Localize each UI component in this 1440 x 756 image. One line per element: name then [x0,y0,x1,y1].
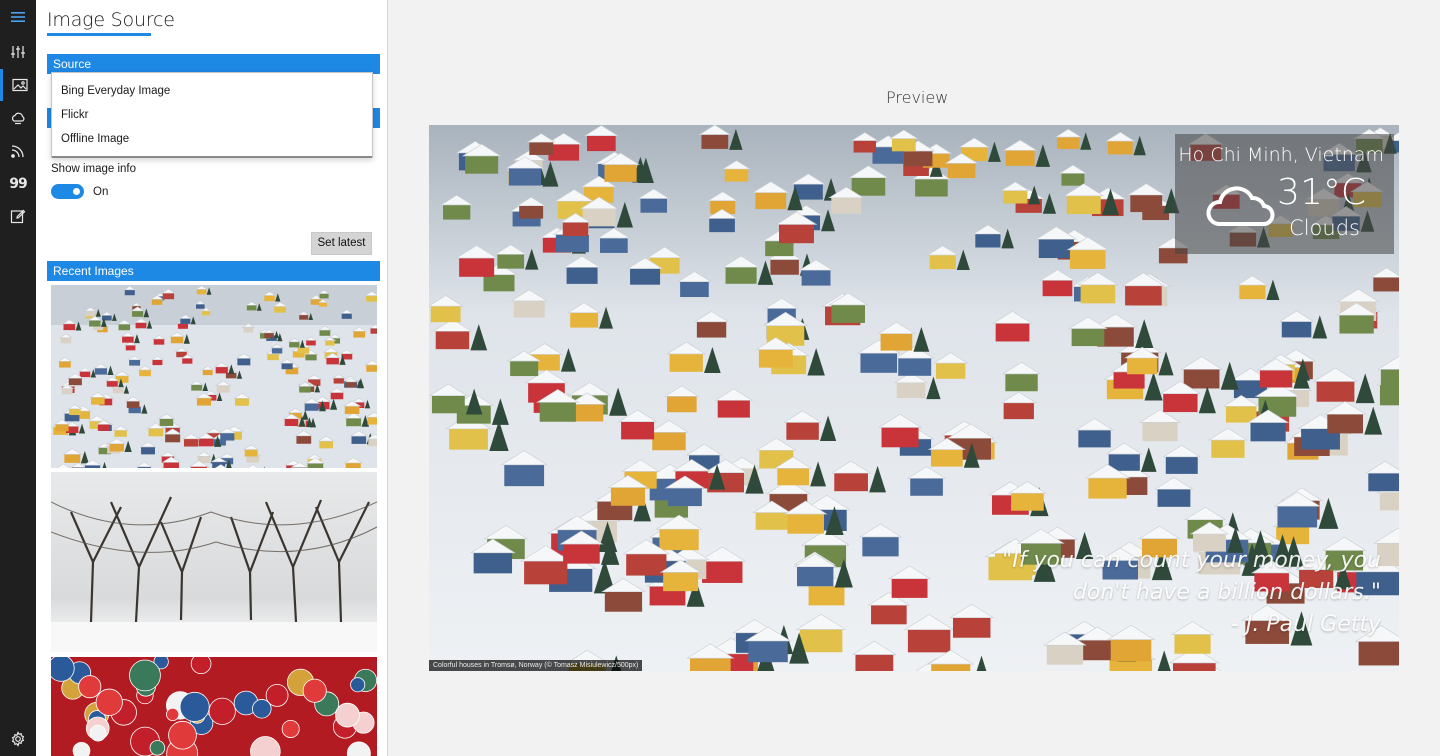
toggle-state-label: On [93,186,109,198]
title-underline [47,33,151,36]
quote-author: - J. Paul Getty [1230,612,1381,637]
weather-location: Ho Chi Minh, Vietnam [1178,144,1384,166]
image-source-pane: Image Source Source Bing Everyday Image … [36,0,388,756]
source-section-header: Source [47,54,380,74]
preview-image: Ho Chi Minh, Vietnam 31°C Clouds "If you… [429,125,1399,671]
recent-images-header: Recent Images [47,261,380,281]
quote-icon[interactable]: 99 [0,168,36,200]
equalizer-sliders-icon[interactable] [0,36,36,68]
toggle-knob [73,188,80,195]
weather-temperature: 31°C [1277,172,1366,213]
quote-block: "If you can count your money, you don't … [941,545,1381,641]
source-option-bing[interactable]: Bing Everyday Image [52,79,372,103]
image-caption: Colorful houses in Tromsø, Norway (© Tom… [429,660,643,671]
source-option-offline[interactable]: Offline Image [52,127,372,151]
weather-icon[interactable] [0,102,36,134]
edit-note-icon[interactable] [0,200,36,232]
navigation-rail: 99 [0,0,36,756]
snowy-trees-thumbnail[interactable] [51,472,377,652]
weather-panel: Ho Chi Minh, Vietnam 31°C Clouds [1175,134,1394,254]
source-dropdown-list[interactable]: Bing Everyday Image Flickr Offline Image [51,72,373,158]
source-option-flickr[interactable]: Flickr [52,103,372,127]
cloud-icon [1205,182,1277,233]
preview-label: Preview [886,88,949,107]
pane-title: Image Source [47,9,175,31]
settings-gear-icon[interactable] [0,723,36,755]
hamburger-menu-icon[interactable] [0,1,36,33]
snowy-village-thumbnail[interactable] [51,285,377,468]
rss-feed-icon[interactable] [0,135,36,167]
show-image-info-toggle[interactable] [51,184,84,199]
set-latest-button[interactable]: Set latest [311,232,372,255]
christmas-ornaments-thumbnail[interactable] [51,657,377,756]
dropdown-underline [52,156,372,158]
quote-text: "If you can count your money, you don't … [1002,548,1381,605]
weather-condition: Clouds [1289,216,1360,240]
image-icon[interactable] [0,69,36,101]
show-image-info-label: Show image info [51,163,137,175]
